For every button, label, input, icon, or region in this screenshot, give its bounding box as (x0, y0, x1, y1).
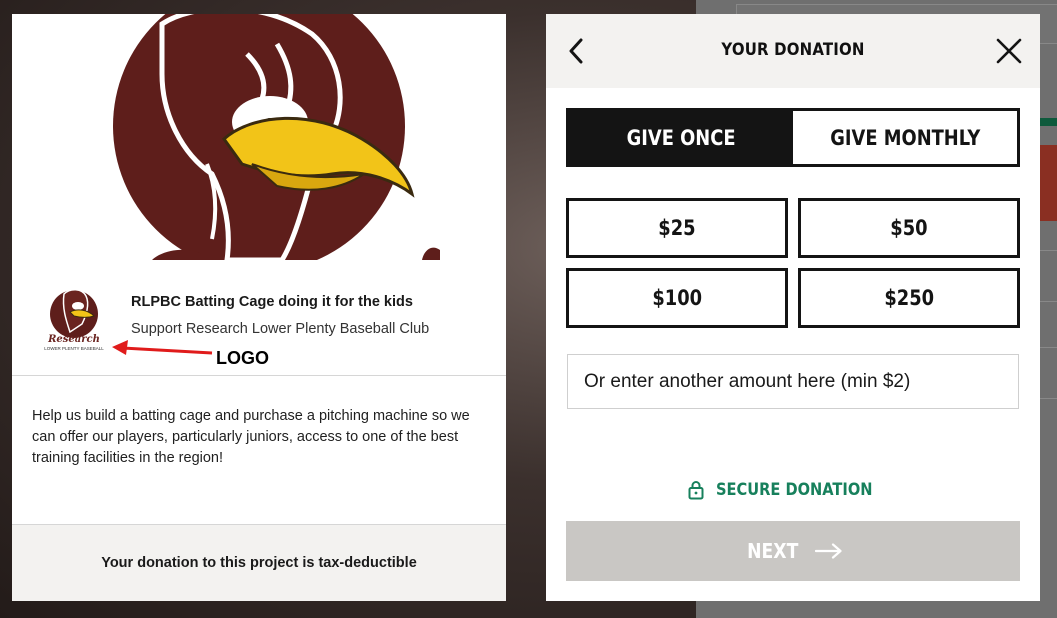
amount-label: $100 (652, 286, 702, 310)
club-logo: Research LOWER PLENTY BASEBALL (44, 289, 104, 351)
project-header: Research LOWER PLENTY BASEBALL RLPBC Bat… (12, 260, 506, 376)
amount-button-25[interactable]: $25 (566, 198, 788, 258)
amount-label: $25 (658, 216, 696, 240)
give-monthly-label: GIVE MONTHLY (829, 125, 981, 150)
amount-button-100[interactable]: $100 (566, 268, 788, 328)
tax-deductible-footer: Your donation to this project is tax-ded… (12, 524, 506, 601)
amount-label: $50 (890, 216, 928, 240)
project-subtitle: Support Research Lower Plenty Baseball C… (131, 321, 430, 337)
amount-label: $250 (884, 286, 934, 310)
give-once-option[interactable]: GIVE ONCE (569, 111, 793, 164)
project-card: Research LOWER PLENTY BASEBALL RLPBC Bat… (12, 14, 506, 601)
background-row (1040, 250, 1057, 302)
background-row (1040, 347, 1057, 399)
project-description: Help us build a batting cage and purchas… (32, 408, 470, 466)
secure-donation-indicator: SECURE DONATION (546, 480, 1040, 500)
annotation-arrow (112, 340, 213, 355)
logo-wordmark: Research (47, 334, 100, 345)
give-monthly-option[interactable]: GIVE MONTHLY (793, 111, 1017, 164)
project-title: RLPBC Batting Cage doing it for the kids (131, 294, 413, 310)
arrow-right-icon (814, 543, 842, 559)
close-button[interactable] (994, 36, 1024, 66)
give-once-label: GIVE ONCE (626, 125, 736, 150)
logo-subtext: LOWER PLENTY BASEBALL (44, 346, 104, 351)
background-accent-bar (1040, 118, 1057, 126)
background-button (1040, 145, 1057, 221)
annotation-label: LOGO (216, 348, 269, 368)
donation-panel: YOUR DONATION GIVE ONCE GIVE MONTHLY $25… (546, 14, 1040, 601)
tax-deductible-note: Your donation to this project is tax-ded… (101, 555, 417, 571)
next-label: NEXT (747, 539, 799, 563)
lock-icon (688, 481, 704, 500)
donation-header: YOUR DONATION (546, 14, 1040, 88)
mascot-hero-illustration (113, 14, 440, 260)
donation-title: YOUR DONATION (721, 40, 865, 60)
secure-donation-label: SECURE DONATION (716, 480, 873, 500)
project-hero-image (12, 14, 506, 260)
frequency-toggle: GIVE ONCE GIVE MONTHLY (566, 108, 1020, 167)
amount-button-50[interactable]: $50 (798, 198, 1020, 258)
amount-button-250[interactable]: $250 (798, 268, 1020, 328)
close-icon (996, 38, 1022, 64)
custom-amount-input[interactable] (567, 354, 1019, 409)
next-button[interactable]: NEXT (566, 521, 1020, 581)
